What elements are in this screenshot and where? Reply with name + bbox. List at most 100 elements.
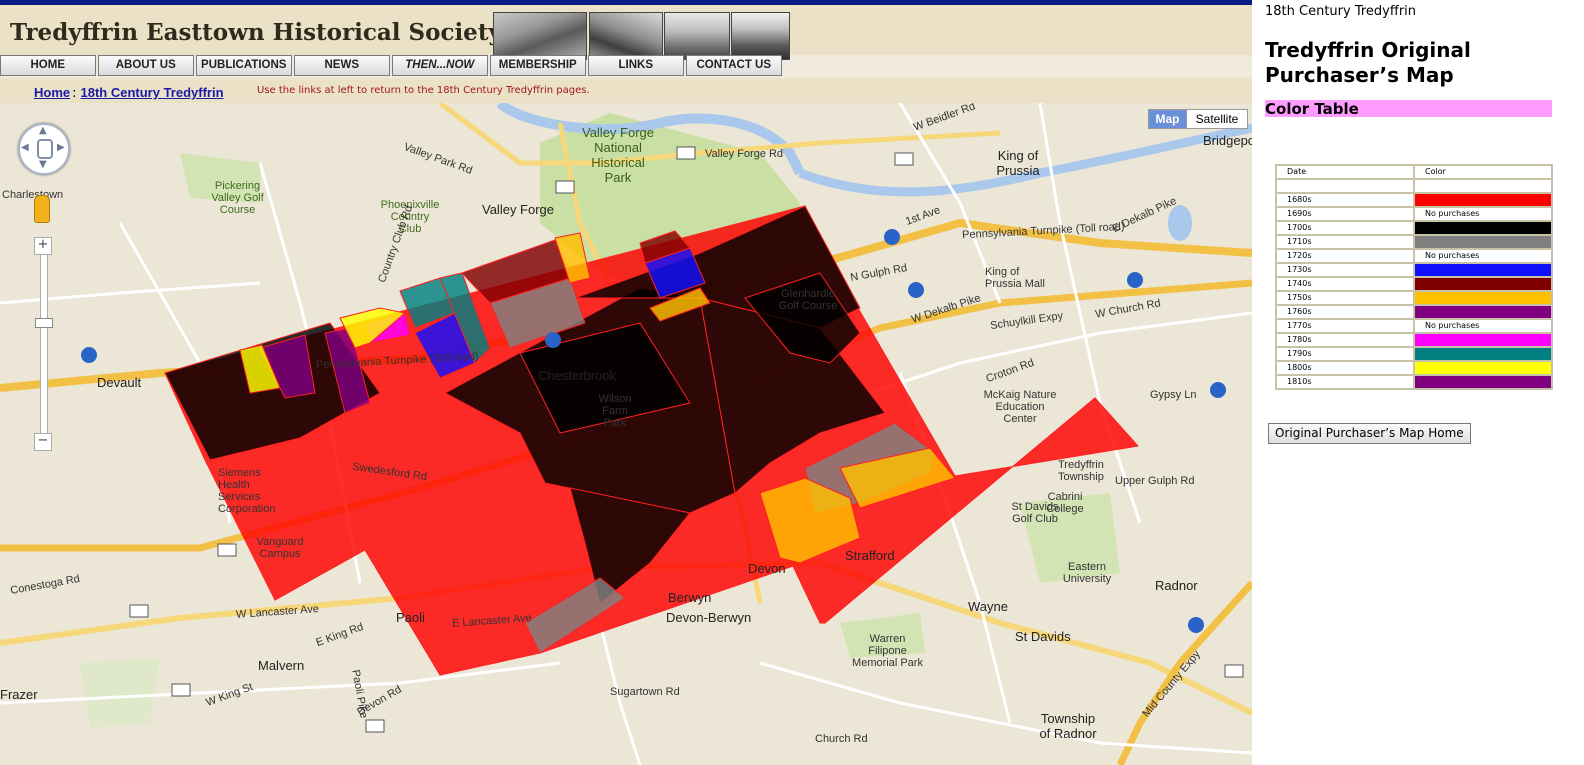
row-color-swatch — [1414, 361, 1552, 375]
label-vanguard: Vanguard Campus — [256, 536, 304, 560]
color-table-row: 1720s No purchases — [1276, 249, 1552, 263]
row-color-swatch — [1414, 193, 1552, 207]
label-radnor: Radnor — [1155, 578, 1198, 593]
sidebar-section-label: 18th Century Tredyffrin — [1265, 4, 1417, 19]
local-road-2 — [0, 281, 261, 305]
label-paoli: Paoli — [396, 610, 425, 625]
row-color-swatch — [1414, 221, 1552, 235]
label-wilson-farm: Wilson Farm Park — [598, 393, 632, 429]
label-devon-berwyn: Devon-Berwyn — [666, 610, 752, 625]
sidebar-title: Tredyffrin Original Purchaser’s Map — [1265, 38, 1471, 87]
label-valley-forge-rd: Valley Forge Rd — [705, 148, 784, 160]
map-type-map-button[interactable]: Map — [1148, 109, 1187, 129]
nav-links[interactable]: LINKS — [588, 55, 684, 76]
row-date: 1780s — [1276, 333, 1414, 347]
row-date: 1770s — [1276, 319, 1414, 333]
row-date: 1720s — [1276, 249, 1414, 263]
zoom-slider-handle[interactable] — [35, 318, 53, 328]
color-table-row: 1750s — [1276, 291, 1552, 305]
header-photo-street — [589, 12, 663, 60]
color-table-row — [1276, 179, 1552, 193]
nav-contact-us[interactable]: CONTACT US — [685, 55, 782, 76]
label-mckaig: McKaig Nature Education Center — [983, 389, 1057, 425]
label-tredyffrin-township: Tredyffrin Township — [1058, 459, 1104, 483]
row-color-swatch — [1414, 179, 1552, 193]
row-date: 1790s — [1276, 347, 1414, 361]
breadcrumb-home-link[interactable]: Home — [34, 85, 70, 100]
row-date: 1710s — [1276, 235, 1414, 249]
label-upper-gulph: Upper Gulph Rd — [1115, 475, 1195, 487]
zoom-in-button[interactable]: + — [34, 237, 52, 255]
street-view-pegman-icon[interactable] — [34, 195, 50, 223]
breadcrumb-note: Use the links at left to return to the 1… — [257, 85, 590, 96]
label-charlestown: Charlestown — [2, 189, 64, 201]
pan-down-arrow-icon[interactable]: ▼ — [39, 159, 47, 170]
color-table-heading: Color Table — [1265, 100, 1552, 118]
main-navigation: HOME ABOUT US PUBLICATIONS NEWS THEN...N… — [0, 55, 784, 77]
row-color-label: No purchases — [1425, 209, 1480, 218]
label-strafford: Strafford — [845, 548, 895, 563]
row-date: 1810s — [1276, 375, 1414, 389]
color-table-row: 1700s — [1276, 221, 1552, 235]
pan-hand-icon — [37, 139, 53, 159]
header-photo-house — [731, 12, 790, 60]
label-warren: Warren Filipone Memorial Park — [852, 633, 923, 669]
header-color: Color — [1414, 165, 1552, 179]
color-table-header-row: Date Color — [1276, 165, 1552, 179]
row-date: 1740s — [1276, 277, 1414, 291]
row-color-swatch — [1414, 347, 1552, 361]
color-table-row: 1690s No purchases — [1276, 207, 1552, 221]
header-date: Date — [1276, 165, 1414, 179]
nav-membership[interactable]: MEMBERSHIP — [489, 55, 586, 76]
label-glenhardie: Glenhardie Golf Course — [778, 288, 838, 312]
breadcrumb-current-link[interactable]: 18th Century Tredyffrin — [81, 85, 224, 100]
site-logo-title[interactable]: Tredyffrin Easttown Historical Society — [10, 19, 502, 46]
nav-news[interactable]: NEWS — [293, 55, 390, 76]
label-king-of-prussia: King of Prussia — [996, 148, 1040, 178]
row-date: 1680s — [1276, 193, 1414, 207]
label-gypsy: Gypsy Ln — [1150, 389, 1197, 401]
row-date: 1700s — [1276, 221, 1414, 235]
color-table-row: 1800s — [1276, 361, 1552, 375]
pan-control[interactable]: ▲ ▼ ◀ ▶ — [18, 123, 70, 175]
color-table-row: 1710s — [1276, 235, 1552, 249]
green-area-paoli — [80, 658, 160, 728]
map-home-button[interactable]: Original Purchaser’s Map Home — [1268, 423, 1471, 444]
label-malvern: Malvern — [258, 658, 305, 673]
row-color-swatch — [1414, 263, 1552, 277]
nav-publications[interactable]: PUBLICATIONS — [196, 55, 292, 76]
label-st-davids: St Davids — [1015, 629, 1071, 644]
pan-up-arrow-icon[interactable]: ▲ — [39, 125, 47, 136]
label-devault: Devault — [97, 375, 142, 390]
nav-about-us[interactable]: ABOUT US — [97, 55, 194, 76]
site-header: Tredyffrin Easttown Historical Society — [0, 5, 1252, 60]
sidebar: 18th Century Tredyffrin Tredyffrin Origi… — [1252, 0, 1584, 765]
row-color-swatch: No purchases — [1414, 249, 1552, 263]
nav-home[interactable]: HOME — [0, 55, 96, 76]
label-township-of-radnor: Township of Radnor — [1039, 711, 1097, 741]
map-canvas[interactable] — [0, 103, 1252, 765]
label-siemens: Siemens Health Services Corporation — [218, 467, 276, 515]
pan-left-arrow-icon[interactable]: ◀ — [21, 142, 29, 153]
row-color-swatch — [1414, 333, 1552, 347]
map-type-satellite-button[interactable]: Satellite — [1186, 109, 1248, 129]
pan-right-arrow-icon[interactable]: ▶ — [57, 142, 65, 153]
row-date: 1730s — [1276, 263, 1414, 277]
row-color-swatch — [1414, 277, 1552, 291]
label-st-davids-gc: St Davids Golf Club — [1011, 501, 1059, 525]
zoom-out-button[interactable]: − — [34, 433, 52, 451]
label-devon: Devon — [748, 561, 786, 576]
row-date: 1750s — [1276, 291, 1414, 305]
purchaser-map[interactable]: Valley Forge National Historical Park Va… — [0, 103, 1252, 765]
row-date: 1800s — [1276, 361, 1414, 375]
row-color-swatch — [1414, 291, 1552, 305]
color-table-row: 1730s — [1276, 263, 1552, 277]
reservoir — [1168, 205, 1192, 241]
zoom-slider-track[interactable] — [40, 238, 48, 450]
nav-then-now[interactable]: THEN...NOW — [392, 55, 488, 76]
header-photo-building — [664, 12, 730, 60]
row-color-swatch — [1414, 305, 1552, 319]
row-color-label: No purchases — [1425, 251, 1480, 260]
color-table-row: 1780s — [1276, 333, 1552, 347]
breadcrumb-separator: : — [72, 86, 77, 101]
